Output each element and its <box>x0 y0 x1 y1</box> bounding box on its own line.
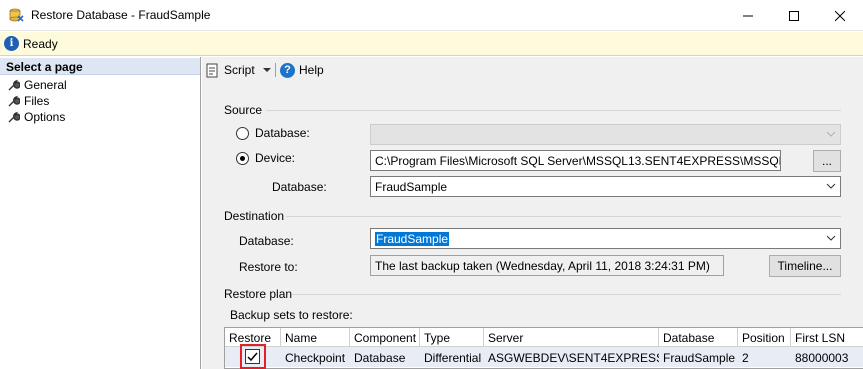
device-path-field[interactable]: C:\Program Files\Microsoft SQL Server\MS… <box>370 150 781 171</box>
script-icon <box>206 63 218 77</box>
backup-sets-grid[interactable]: Restore Name Component Type Server Datab… <box>224 327 863 369</box>
toolbar: Script ? Help <box>202 57 863 84</box>
timeline-button[interactable]: Timeline... <box>769 255 841 277</box>
title-bar: Restore Database - FraudSample <box>0 0 863 31</box>
minimize-icon <box>743 15 753 16</box>
table-cell-type: Differential <box>420 347 484 367</box>
browse-button[interactable]: ... <box>813 150 841 172</box>
info-icon: i <box>4 36 19 51</box>
status-text: Ready <box>23 37 58 51</box>
dropdown-arrow-icon <box>262 68 271 72</box>
column-header-server[interactable]: Server <box>484 328 659 347</box>
table-cell-database: FraudSample <box>659 347 738 367</box>
page-label-files: Files <box>24 94 50 108</box>
page-item-general[interactable]: General <box>8 77 67 93</box>
source-database-combo[interactable] <box>370 124 841 145</box>
restore-to-label: Restore to: <box>239 260 298 274</box>
column-header-database[interactable]: Database <box>659 328 738 347</box>
close-icon <box>835 10 845 21</box>
restore-plan-divider <box>292 294 841 295</box>
destination-divider <box>286 216 841 217</box>
maximize-button[interactable] <box>771 0 817 31</box>
chevron-down-icon <box>826 235 836 241</box>
window-title: Restore Database - FraudSample <box>31 8 211 22</box>
source-group-label: Source <box>224 103 263 117</box>
page-item-options[interactable]: Options <box>8 109 65 125</box>
table-cell-server: ASGWEBDEV\SENT4EXPRESS <box>484 347 659 367</box>
restore-plan-group-label: Restore plan <box>224 287 293 301</box>
page-label-options: Options <box>24 110 66 124</box>
destination-database-label: Database: <box>239 234 294 248</box>
wrench-icon <box>8 95 20 107</box>
source-database-label: Database: <box>272 180 327 194</box>
status-bar: i Ready <box>0 32 863 56</box>
source-database-select[interactable]: FraudSample <box>370 176 841 197</box>
source-divider <box>266 110 841 111</box>
database-radio[interactable] <box>236 127 249 140</box>
wrench-icon <box>8 79 20 91</box>
help-button[interactable]: ? Help <box>280 61 324 79</box>
column-header-name[interactable]: Name <box>281 328 350 347</box>
minimize-button[interactable] <box>725 0 771 31</box>
table-cell-name: Checkpoint <box>281 347 350 367</box>
page-item-files[interactable]: Files <box>8 93 49 109</box>
wrench-icon <box>8 111 20 123</box>
script-label: Script <box>224 63 255 77</box>
database-radio-label: Database: <box>255 126 310 140</box>
toolbar-separator <box>275 63 276 77</box>
help-icon: ? <box>280 62 295 78</box>
script-button[interactable]: Script <box>205 61 271 79</box>
restore-database-icon <box>9 8 24 22</box>
table-cell-component: Database <box>350 347 420 367</box>
highlight-box <box>240 344 266 369</box>
column-header-type[interactable]: Type <box>420 328 484 347</box>
destination-group-label: Destination <box>224 209 285 223</box>
page-selector-pane: Select a page General Files Options <box>0 57 201 369</box>
backup-sets-label: Backup sets to restore: <box>230 308 353 322</box>
maximize-icon <box>789 10 799 21</box>
column-header-first-lsn[interactable]: First LSN <box>791 328 863 347</box>
close-button[interactable] <box>817 0 863 31</box>
general-page: Script ? Help Source Database: Device: C… <box>202 57 863 369</box>
source-database-value: FraudSample <box>375 180 448 194</box>
table-cell-first-lsn: 88000003 <box>791 347 863 367</box>
table-cell-position: 2 <box>738 347 791 367</box>
page-selector-title: Select a page <box>6 60 83 74</box>
destination-database-value: FraudSample <box>375 232 450 246</box>
column-header-position[interactable]: Position <box>738 328 791 347</box>
column-header-component[interactable]: Component <box>350 328 420 347</box>
restore-to-field: The last backup taken (Wednesday, April … <box>370 255 724 276</box>
device-radio[interactable] <box>236 152 249 165</box>
device-radio-label: Device: <box>255 151 296 165</box>
page-selector-header: Select a page <box>0 58 200 75</box>
page-label-general: General <box>24 78 67 92</box>
chevron-down-icon <box>826 183 836 189</box>
destination-database-combo[interactable]: FraudSample <box>370 228 841 249</box>
help-label: Help <box>299 63 324 77</box>
chevron-down-icon <box>826 131 836 137</box>
